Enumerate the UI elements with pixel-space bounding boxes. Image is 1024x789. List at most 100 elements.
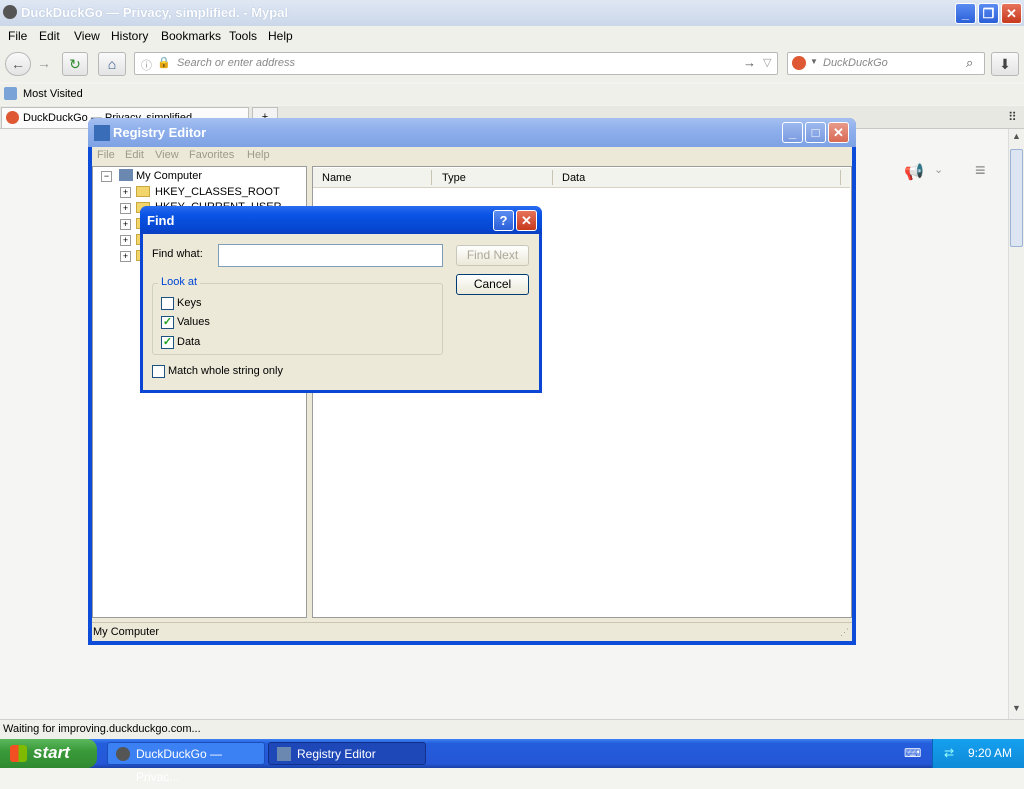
windows-logo-icon — [10, 745, 27, 762]
values-checkbox[interactable]: ✓ — [161, 316, 174, 329]
values-label[interactable]: Values — [177, 316, 210, 328]
regedit-menu-edit[interactable]: Edit — [125, 149, 144, 161]
column-data[interactable]: Data — [562, 172, 585, 184]
data-checkbox[interactable]: ✓ — [161, 336, 174, 349]
find-dialog-title: Find — [147, 213, 175, 228]
expand-icon[interactable]: + — [120, 203, 131, 214]
tree-hkey-classes-root[interactable]: HKEY_CLASSES_ROOT — [155, 186, 280, 198]
url-dropdown-icon[interactable]: ▽ — [763, 56, 771, 69]
menu-view[interactable]: View — [74, 29, 100, 43]
regedit-maximize-button[interactable]: □ — [805, 122, 826, 143]
registry-editor-title-bar[interactable]: Registry Editor _ □ ✕ — [88, 118, 856, 147]
find-next-button[interactable]: Find Next — [456, 245, 529, 266]
reload-icon[interactable]: ↻ — [62, 52, 88, 76]
browser-status-bar: Waiting for improving.duckduckgo.com... — [0, 719, 1024, 740]
regedit-minimize-button[interactable]: _ — [782, 122, 803, 143]
scroll-thumb[interactable] — [1010, 149, 1023, 247]
address-bar[interactable]: ⓘ 🔒 Search or enter address → ▽ — [134, 52, 778, 75]
menu-bookmarks[interactable]: Bookmarks — [161, 29, 221, 43]
browser-minimize-button[interactable]: _ — [955, 3, 976, 24]
go-arrow-icon[interactable]: → — [743, 55, 756, 70]
regedit-menu-favorites[interactable]: Favorites — [189, 149, 234, 161]
computer-icon — [119, 169, 133, 181]
mypal-icon — [116, 747, 130, 761]
help-icon[interactable]: ? — [493, 210, 514, 231]
registry-editor-title: Registry Editor — [113, 125, 207, 140]
megaphone-icon[interactable]: 📢 — [904, 162, 924, 182]
column-name[interactable]: Name — [322, 172, 351, 184]
menu-help[interactable]: Help — [268, 29, 293, 43]
system-tray: ⇄ 9:20 AM — [932, 739, 1024, 768]
taskbar-item-browser[interactable]: DuckDuckGo — Privac... — [107, 742, 265, 784]
menu-edit[interactable]: Edit — [39, 29, 60, 43]
menu-file[interactable]: File — [8, 29, 27, 43]
bookmark-most-visited[interactable]: Most Visited — [23, 88, 83, 100]
regedit-status-bar: My Computer ⋰ — [92, 622, 852, 641]
scroll-down-icon[interactable]: ▼ — [1010, 703, 1023, 716]
data-label[interactable]: Data — [177, 336, 200, 348]
find-dialog-body: Find what: Find Next Cancel Look at Keys… — [143, 234, 539, 390]
find-dialog-title-bar[interactable]: Find ? ✕ — [140, 206, 542, 234]
find-what-input[interactable] — [218, 244, 443, 267]
taskbar-item-browser-label: DuckDuckGo — Privac... — [136, 747, 223, 784]
network-icon[interactable]: ⇄ — [944, 746, 958, 760]
chevron-down-icon[interactable]: ⌄ — [934, 163, 943, 176]
keyboard-icon[interactable]: ⌨ — [904, 746, 921, 760]
regedit-status-text: My Computer — [93, 626, 160, 638]
search-placeholder: DuckDuckGo — [823, 57, 888, 69]
mypal-app-icon — [3, 5, 17, 19]
cancel-button[interactable]: Cancel — [456, 274, 529, 295]
regedit-menu-view[interactable]: View — [155, 149, 179, 161]
clock[interactable]: 9:20 AM — [968, 746, 1012, 760]
browser-restore-button[interactable]: ❐ — [978, 3, 999, 24]
resize-grip-icon[interactable]: ⋰ — [840, 627, 849, 638]
start-button[interactable]: start — [0, 739, 97, 768]
keys-checkbox[interactable] — [161, 297, 174, 310]
bookmarks-toolbar: Most Visited — [0, 84, 1024, 105]
search-icon[interactable]: ⌕ — [966, 55, 973, 71]
menu-tools[interactable]: Tools — [229, 29, 257, 43]
taskbar-item-registry[interactable]: Registry Editor — [268, 742, 426, 765]
expand-icon[interactable]: + — [120, 187, 131, 198]
forward-arrow-icon[interactable]: → — [33, 52, 55, 76]
folder-icon — [136, 186, 150, 197]
expand-icon[interactable]: + — [120, 219, 131, 230]
tab-list-icon[interactable]: ⠿ — [1008, 110, 1017, 124]
scroll-up-icon[interactable]: ▲ — [1010, 131, 1023, 144]
column-separator[interactable] — [431, 170, 432, 185]
browser-close-button[interactable]: ✕ — [1001, 3, 1022, 24]
downloads-icon[interactable]: ⬇ — [991, 52, 1019, 76]
duckduckgo-icon[interactable] — [792, 56, 806, 70]
back-arrow-icon[interactable]: ← — [5, 52, 31, 76]
tree-my-computer[interactable]: My Computer — [136, 170, 202, 182]
search-engine-dropdown-icon[interactable]: ▼ — [810, 57, 818, 66]
status-text: Waiting for improving.duckduckgo.com... — [3, 723, 201, 735]
registry-editor-task-icon — [277, 747, 291, 761]
column-separator[interactable] — [552, 170, 553, 185]
keys-label[interactable]: Keys — [177, 297, 201, 309]
menu-history[interactable]: History — [111, 29, 148, 43]
browser-window-title: DuckDuckGo — Privacy, simplified. - Mypa… — [21, 5, 289, 20]
find-close-button[interactable]: ✕ — [516, 210, 537, 231]
column-separator[interactable] — [840, 170, 841, 185]
hamburger-menu-icon[interactable]: ≡ — [975, 160, 986, 181]
collapse-icon[interactable]: − — [101, 171, 112, 182]
browser-menu-bar: File Edit View History Bookmarks Tools H… — [0, 26, 1024, 46]
match-whole-checkbox[interactable] — [152, 365, 165, 378]
look-at-label: Look at — [158, 276, 201, 288]
page-scrollbar[interactable]: ▲ ▼ — [1008, 129, 1024, 719]
column-type[interactable]: Type — [442, 172, 466, 184]
registry-editor-icon — [94, 125, 110, 141]
address-placeholder: Search or enter address — [177, 57, 296, 69]
expand-icon[interactable]: + — [120, 235, 131, 246]
taskbar-item-registry-label: Registry Editor — [297, 747, 376, 761]
site-info-icon[interactable]: ⓘ — [141, 57, 152, 73]
match-whole-label[interactable]: Match whole string only — [168, 365, 283, 377]
regedit-close-button[interactable]: ✕ — [828, 122, 849, 143]
regedit-menu-help[interactable]: Help — [247, 149, 270, 161]
search-bar[interactable]: ▼ DuckDuckGo ⌕ — [787, 52, 985, 75]
lock-icon: 🔒 — [157, 57, 171, 69]
home-icon[interactable]: ⌂ — [98, 52, 126, 76]
expand-icon[interactable]: + — [120, 251, 131, 262]
regedit-menu-file[interactable]: File — [97, 149, 115, 161]
